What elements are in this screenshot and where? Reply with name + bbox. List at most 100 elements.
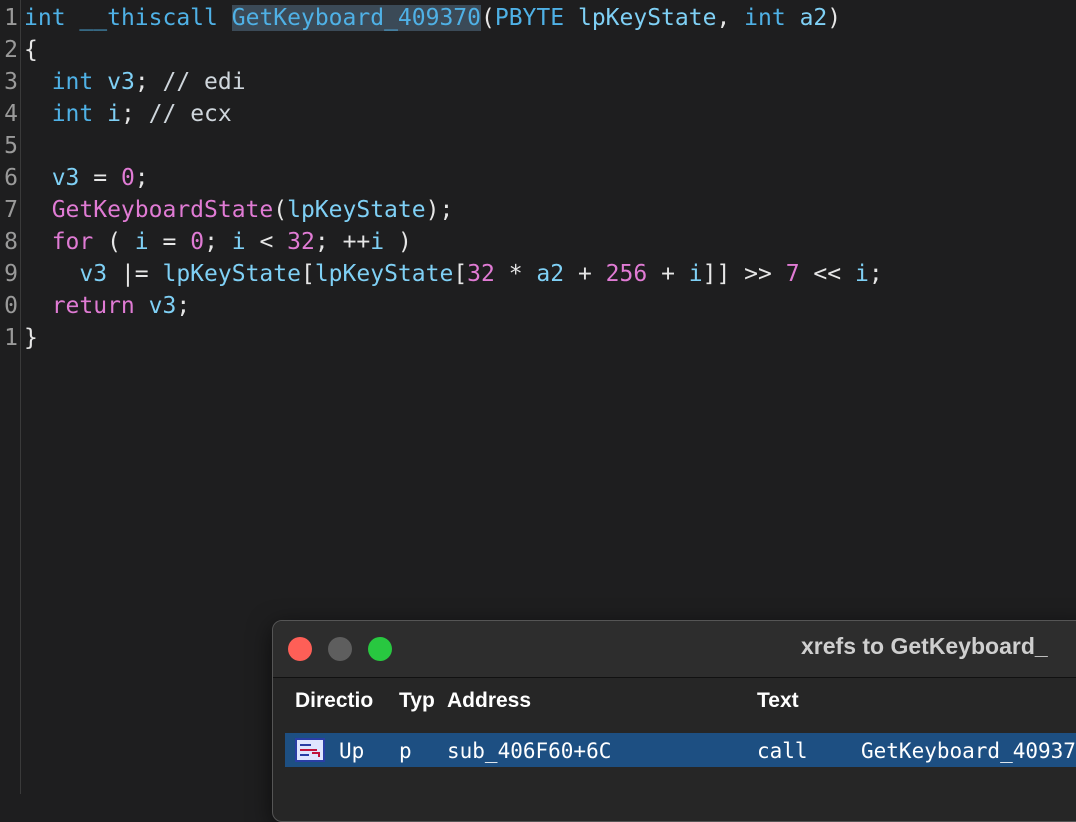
code-token: // edi: [162, 69, 246, 95]
code-token: i: [231, 229, 246, 255]
code-token: return: [24, 293, 135, 319]
line-number: 6: [4, 165, 18, 191]
close-button[interactable]: [288, 637, 312, 661]
code-line[interactable]: 2{: [0, 34, 1076, 66]
code-text[interactable]: int __thiscall GetKeyboard_409370(PBYTE …: [24, 2, 841, 34]
code-token: ]] >>: [702, 261, 786, 287]
window-title: xrefs to GetKeyboard_: [801, 633, 1048, 659]
code-token: PBYTE: [494, 5, 565, 31]
code-token: GetKeyboardState: [24, 197, 274, 223]
code-line[interactable]: 6 v3 = 0;: [0, 162, 1076, 194]
line-number: 9: [4, 261, 18, 287]
code-line[interactable]: 1 int __thiscall GetKeyboard_409370(PBYTE…: [0, 2, 1076, 34]
code-token: }: [24, 325, 38, 351]
code-text[interactable]: v3 |= lpKeyState[lpKeyState[32 * a2 + 25…: [24, 258, 882, 290]
code-token: (: [93, 229, 135, 255]
code-token: int: [744, 5, 786, 31]
xref-text-op: call: [757, 739, 808, 763]
code-token: lpKeyState: [314, 261, 454, 287]
code-text[interactable]: {: [24, 34, 38, 66]
code-token: 32: [467, 261, 495, 287]
code-line[interactable]: 1}: [0, 322, 1076, 354]
code-token: ,: [716, 5, 745, 31]
code-token: v3: [24, 165, 80, 191]
line-number: 5: [4, 133, 18, 159]
code-token: +: [564, 261, 606, 287]
xref-text-target: GetKeyboard_40937: [861, 739, 1076, 763]
xref-address: sub_406F60+6C: [447, 739, 612, 763]
code-token: <<: [799, 261, 855, 287]
code-token: // ecx: [148, 101, 232, 127]
column-header-direction[interactable]: Directio: [295, 689, 390, 713]
code-token: i: [134, 229, 149, 255]
code-token: i: [854, 261, 869, 287]
line-number: 4: [4, 101, 18, 127]
code-token: 32: [287, 229, 315, 255]
line-number: 1: [4, 325, 18, 351]
xref-direction: Up: [339, 739, 365, 763]
code-token: v3: [24, 261, 108, 287]
code-token: a2: [536, 261, 565, 287]
code-token: ): [827, 5, 842, 31]
code-token: ;: [176, 293, 191, 319]
code-token: i: [107, 101, 121, 127]
code-token: <: [245, 229, 288, 255]
code-token: int: [24, 101, 94, 127]
code-token: *: [494, 261, 537, 287]
code-token: =: [148, 229, 191, 255]
code-token: i: [688, 261, 703, 287]
code-token: =: [79, 165, 121, 191]
code-token: lpKeyState: [162, 261, 301, 287]
code-token: lpKeyState: [577, 5, 717, 31]
code-token: (: [481, 5, 495, 31]
code-text[interactable]: }: [24, 322, 38, 354]
xrefs-window[interactable]: xrefs to GetKeyboard_ Directio Typ Addre…: [272, 620, 1076, 822]
code-token: 256: [605, 261, 648, 287]
code-token: v3: [107, 69, 135, 95]
code-text[interactable]: GetKeyboardState(lpKeyState);: [24, 194, 454, 226]
window-titlebar[interactable]: xrefs to GetKeyboard_: [273, 621, 1076, 678]
code-line[interactable]: 0 return v3;: [0, 290, 1076, 322]
column-header-text[interactable]: Text: [757, 689, 799, 713]
column-header-address[interactable]: Address: [447, 689, 531, 713]
code-line[interactable]: 3 int v3; // edi: [0, 66, 1076, 98]
code-token: 0: [190, 229, 205, 255]
minimize-button[interactable]: [328, 637, 352, 661]
code-text[interactable]: for ( i = 0; i < 32; ++i ): [24, 226, 412, 258]
code-token: i: [370, 229, 385, 255]
code-token: [: [453, 261, 468, 287]
maximize-button[interactable]: [368, 637, 392, 661]
code-token: a2: [799, 5, 828, 31]
code-token: ): [384, 229, 412, 255]
xref-type: p: [399, 739, 412, 763]
code-token: ; ++: [314, 229, 371, 255]
code-line[interactable]: 4 int i; // ecx: [0, 98, 1076, 130]
code-token: v3: [148, 293, 177, 319]
code-line[interactable]: 9 v3 |= lpKeyState[lpKeyState[32 * a2 + …: [0, 258, 1076, 290]
code-line[interactable]: 7 GetKeyboardState(lpKeyState);: [0, 194, 1076, 226]
code-token: 7: [785, 261, 800, 287]
code-text[interactable]: int v3; // edi: [24, 66, 246, 98]
code-text[interactable]: int i; // ecx: [24, 98, 232, 130]
highlighted-function-name: GetKeyboard_409370: [231, 5, 481, 31]
code-token: lpKeyState: [287, 197, 426, 223]
code-token: );: [425, 197, 454, 223]
code-text[interactable]: v3 = 0;: [24, 162, 149, 194]
code-token: 0: [120, 165, 135, 191]
code-token: {: [24, 37, 38, 63]
code-token: |=: [107, 261, 163, 287]
xref-code-icon: [295, 738, 325, 762]
code-token: ;: [204, 229, 232, 255]
code-line[interactable]: 8 for ( i = 0; i < 32; ++i ): [0, 226, 1076, 258]
code-token: for: [24, 229, 94, 255]
column-header-type[interactable]: Typ: [399, 689, 439, 713]
code-text[interactable]: return v3;: [24, 290, 191, 322]
code-line[interactable]: 5: [0, 130, 1076, 162]
line-number: 0: [4, 293, 18, 319]
